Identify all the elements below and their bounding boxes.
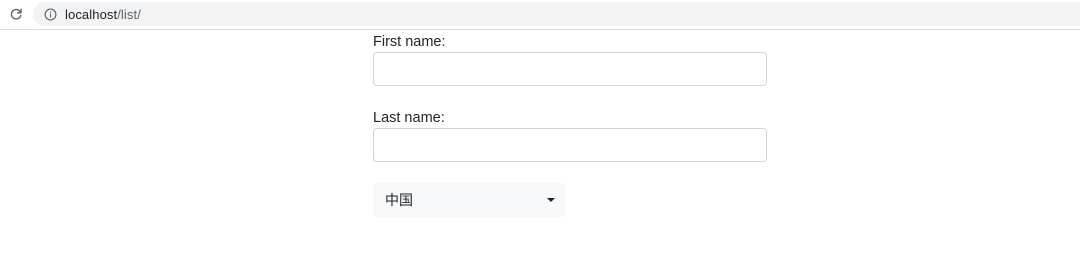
country-select[interactable]: 中国 [373, 183, 566, 217]
first-name-label: First name: [373, 34, 446, 50]
last-name-label: Last name: [373, 110, 445, 126]
browser-toolbar: localhost/list/ [0, 0, 1080, 30]
address-bar[interactable]: localhost/list/ [33, 2, 1080, 26]
last-name-input[interactable] [373, 128, 767, 162]
name-form: First name: Last name: 中国 [373, 30, 767, 217]
url-text: localhost/list/ [65, 7, 141, 22]
country-select-value: 中国 [385, 193, 413, 209]
info-icon[interactable] [43, 7, 57, 21]
first-name-input[interactable] [373, 52, 767, 86]
url-host: localhost [65, 6, 118, 22]
reload-button[interactable] [6, 4, 26, 24]
reload-icon [10, 8, 22, 20]
chevron-down-icon [547, 198, 555, 202]
url-path: /list/ [117, 6, 141, 22]
